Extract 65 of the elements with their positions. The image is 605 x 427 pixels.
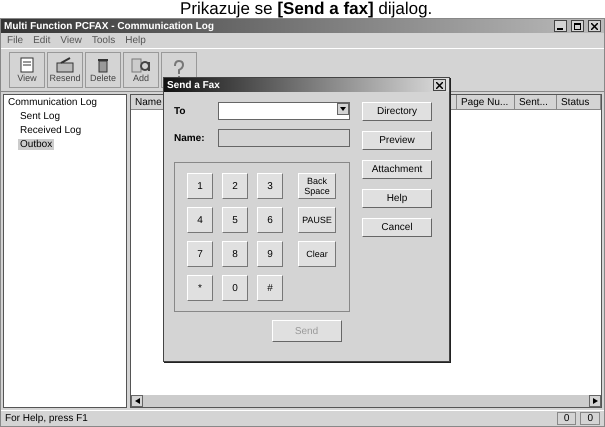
keypad-key[interactable]: 7 bbox=[187, 241, 213, 267]
menu-item[interactable]: File bbox=[7, 35, 24, 46]
close-button[interactable] bbox=[588, 20, 601, 32]
fax-machine-icon bbox=[56, 57, 74, 73]
menu-item[interactable]: View bbox=[60, 35, 82, 46]
keypad-key[interactable]: 0 bbox=[222, 275, 248, 301]
dialog-title: Send a Fax bbox=[167, 80, 220, 90]
name-field[interactable] bbox=[218, 129, 350, 147]
close-icon bbox=[591, 22, 598, 30]
tree-item[interactable]: Outbox bbox=[18, 139, 54, 150]
toolbar-button[interactable]: Delete bbox=[85, 52, 121, 88]
dialog-button[interactable]: Directory bbox=[362, 102, 432, 121]
column-header[interactable]: Status bbox=[557, 95, 601, 110]
scrollbar[interactable] bbox=[131, 395, 601, 407]
maximize-button[interactable] bbox=[571, 20, 584, 32]
menu-item[interactable]: Tools bbox=[92, 35, 116, 46]
keypad-key[interactable]: 4 bbox=[187, 207, 213, 233]
address-book-icon bbox=[131, 57, 151, 73]
trash-can-icon bbox=[97, 57, 109, 73]
keypad-key[interactable]: 9 bbox=[257, 241, 283, 267]
status-text: For Help, press F1 bbox=[5, 413, 89, 424]
keypad-key[interactable]: 3 bbox=[257, 173, 283, 199]
toolbar-button[interactable]: Resend bbox=[47, 52, 83, 88]
toolbar-button[interactable]: View bbox=[9, 52, 45, 88]
keypad-key[interactable]: PAUSE bbox=[298, 207, 336, 233]
close-icon bbox=[436, 82, 443, 88]
keypad-key[interactable]: 8 bbox=[222, 241, 248, 267]
status-cell: 0 bbox=[556, 412, 576, 425]
keypad-key[interactable]: # bbox=[257, 275, 283, 301]
field-label: Name: bbox=[174, 132, 206, 144]
fax-number-field[interactable] bbox=[218, 102, 350, 120]
dialog-button[interactable]: Attachment bbox=[362, 160, 432, 179]
keypad-key[interactable]: Back Space bbox=[298, 173, 336, 199]
column-header[interactable]: Page Nu... bbox=[457, 95, 515, 110]
keypad-key[interactable]: * bbox=[187, 275, 213, 301]
menu-item[interactable]: Edit bbox=[33, 35, 50, 46]
dialog-button[interactable]: Help bbox=[362, 189, 432, 208]
scroll-left-button[interactable] bbox=[131, 395, 143, 407]
tree-item[interactable]: Sent Log bbox=[18, 111, 62, 122]
tree-item[interactable]: Received Log bbox=[18, 125, 84, 136]
scroll-right-button[interactable] bbox=[589, 395, 601, 407]
status-cell: 0 bbox=[580, 412, 600, 425]
window-title: Multi Function PCFAX - Communication Log bbox=[4, 20, 215, 32]
menu-item[interactable]: Help bbox=[125, 35, 146, 46]
keypad-key[interactable]: Clear bbox=[298, 241, 336, 267]
toolbar-button[interactable]: Add bbox=[123, 52, 159, 88]
keypad-key[interactable]: 1 bbox=[187, 173, 213, 199]
keypad-key[interactable]: 6 bbox=[257, 207, 283, 233]
dialog-button[interactable]: Cancel bbox=[362, 218, 432, 237]
left-arrow-icon bbox=[134, 398, 140, 404]
tree-item[interactable]: Communication Log bbox=[6, 97, 99, 108]
maximize-icon bbox=[574, 22, 581, 30]
dropdown-button[interactable] bbox=[337, 103, 349, 115]
close-button[interactable] bbox=[433, 79, 446, 91]
column-header[interactable]: Sent... bbox=[515, 95, 557, 110]
down-arrow-icon bbox=[340, 107, 346, 111]
help-icon bbox=[172, 60, 186, 80]
caption: Prikazuje se [Send a fax] dijalog. bbox=[179, 0, 434, 18]
document-icon bbox=[19, 57, 35, 73]
dialog-button[interactable]: Preview bbox=[362, 131, 432, 150]
keypad-key[interactable]: 2 bbox=[222, 173, 248, 199]
right-arrow-icon bbox=[592, 398, 598, 404]
keypad-key[interactable]: 5 bbox=[222, 207, 248, 233]
minimize-button[interactable] bbox=[554, 20, 567, 32]
field-label: To bbox=[174, 106, 186, 116]
